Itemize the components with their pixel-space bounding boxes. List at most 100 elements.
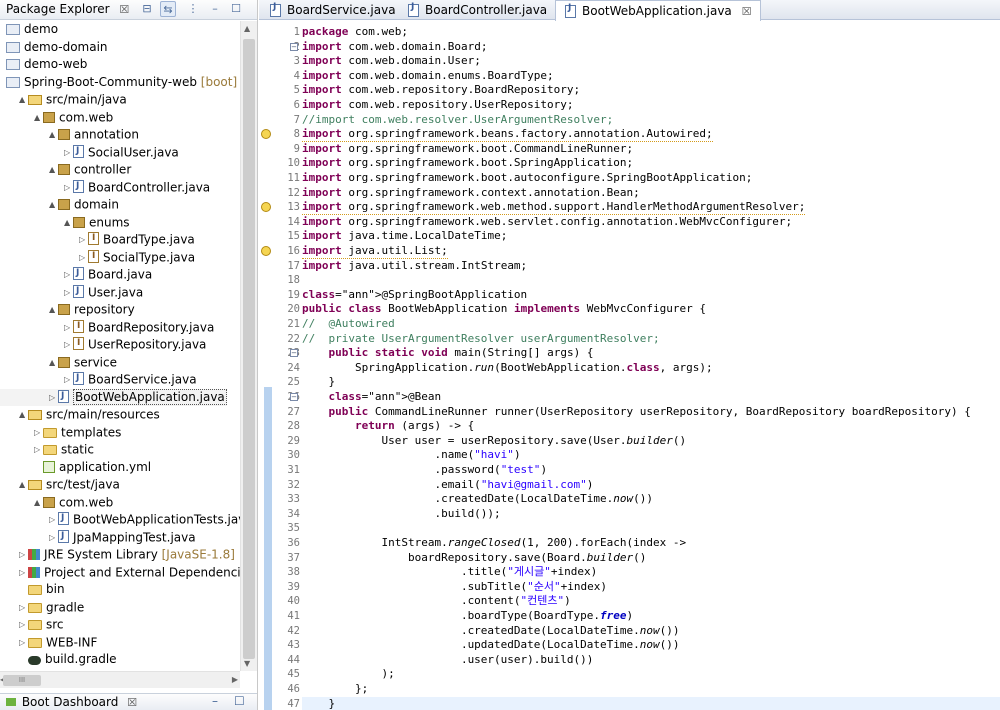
- tree-item[interactable]: ▲ enums: [0, 214, 130, 232]
- code-line[interactable]: .email("havi@gmail.com"): [302, 478, 593, 493]
- close-icon[interactable]: ☒: [119, 3, 129, 16]
- tree-vertical-scroll-thumb[interactable]: [243, 39, 255, 659]
- tree-item[interactable]: ▷ UserRepository.java: [0, 335, 206, 354]
- tree-item[interactable]: ▷ static: [0, 441, 94, 459]
- tab-boardcontroller[interactable]: BoardController.java: [399, 0, 555, 20]
- tree-horizontal-scroll-thumb[interactable]: III: [3, 675, 41, 686]
- tree-item[interactable]: ▷ JRE System Library [JavaSE-1.8]: [0, 546, 235, 564]
- tree-item[interactable]: ▷ WEB-INF: [0, 634, 97, 652]
- code-line[interactable]: );: [302, 667, 394, 682]
- scroll-up-icon[interactable]: ▲: [244, 24, 250, 33]
- tree-item[interactable]: ▷ BootWebApplication.java: [0, 388, 227, 407]
- code-line[interactable]: import org.springframework.beans.factory…: [302, 127, 713, 142]
- collapsed-arrow-icon[interactable]: ▷: [64, 319, 73, 337]
- tree-vertical-scrollbar[interactable]: ▲ ▼: [240, 21, 257, 671]
- code-line[interactable]: import java.time.LocalDateTime;: [302, 229, 507, 244]
- fold-toggle-icon[interactable]: −: [290, 349, 298, 358]
- tree-item[interactable]: ▷ src: [0, 616, 64, 634]
- code-line[interactable]: import com.web.repository.UserRepository…: [302, 98, 574, 113]
- tree-item[interactable]: build.gradle: [0, 651, 117, 669]
- collapse-all-icon[interactable]: ⊟: [139, 1, 155, 17]
- code-line[interactable]: //import com.web.resolver.UserArgumentRe…: [302, 113, 613, 128]
- collapsed-arrow-icon[interactable]: ▷: [49, 511, 58, 529]
- collapsed-arrow-icon[interactable]: ▷: [19, 634, 28, 652]
- expanded-arrow-icon[interactable]: ▲: [19, 476, 28, 494]
- close-icon[interactable]: ☒: [127, 696, 137, 709]
- maximize-icon[interactable]: ☐: [228, 1, 244, 17]
- code-line[interactable]: // @Autowired: [302, 317, 395, 332]
- collapsed-arrow-icon[interactable]: ▷: [19, 546, 28, 564]
- java-editor[interactable]: 1234567891011121314151617181920212223242…: [259, 21, 1000, 710]
- code-line[interactable]: import com.web.repository.BoardRepositor…: [302, 83, 580, 98]
- expanded-arrow-icon[interactable]: ▲: [34, 494, 43, 512]
- view-menu-icon[interactable]: ⋮: [185, 1, 201, 17]
- code-line[interactable]: };: [302, 682, 368, 697]
- code-line[interactable]: package com.web;: [302, 25, 408, 40]
- collapsed-arrow-icon[interactable]: ▷: [64, 336, 73, 354]
- code-line[interactable]: import com.web.domain.enums.BoardType;: [302, 69, 554, 84]
- code-line[interactable]: import java.util.List;: [302, 244, 448, 259]
- maximize-icon[interactable]: ☐: [234, 694, 245, 708]
- tree-item[interactable]: ▷ gradle: [0, 599, 84, 617]
- tree-item[interactable]: ▷ BoardController.java: [0, 178, 210, 197]
- collapsed-arrow-icon[interactable]: ▷: [49, 389, 58, 407]
- tree-item[interactable]: Spring-Boot-Community-web [boot] [de: [0, 74, 240, 92]
- expanded-arrow-icon[interactable]: ▲: [49, 161, 58, 179]
- tab-boardservice[interactable]: BoardService.java: [261, 0, 404, 20]
- tree-horizontal-scrollbar[interactable]: ◀ III ▶: [0, 671, 240, 688]
- tree-item[interactable]: ▲ repository: [0, 301, 135, 319]
- tree-item[interactable]: demo: [0, 21, 58, 39]
- collapsed-arrow-icon[interactable]: ▷: [64, 179, 73, 197]
- tree-item[interactable]: ▲ src/test/java: [0, 476, 120, 494]
- expanded-arrow-icon[interactable]: ▲: [49, 301, 58, 319]
- expanded-arrow-icon[interactable]: ▲: [34, 109, 43, 127]
- tab-bootwebapplication[interactable]: BootWebApplication.java ☒: [555, 0, 761, 21]
- minimize-icon[interactable]: –: [207, 1, 223, 17]
- collapsed-arrow-icon[interactable]: ▷: [34, 424, 43, 442]
- collapsed-arrow-icon[interactable]: ▷: [64, 371, 73, 389]
- expanded-arrow-icon[interactable]: ▲: [49, 126, 58, 144]
- tree-item[interactable]: ▷ SocialType.java: [0, 248, 195, 267]
- code-line[interactable]: User user = userRepository.save(User.bui…: [302, 434, 686, 449]
- tree-item[interactable]: ▷ Board.java: [0, 265, 152, 284]
- code-line[interactable]: import org.springframework.boot.SpringAp…: [302, 156, 633, 171]
- code-line[interactable]: .createdDate(LocalDateTime.now()): [302, 492, 653, 507]
- expanded-arrow-icon[interactable]: ▲: [19, 406, 28, 424]
- collapsed-arrow-icon[interactable]: ▷: [19, 616, 28, 634]
- code-line[interactable]: import org.springframework.boot.autoconf…: [302, 171, 752, 186]
- code-line[interactable]: }: [302, 375, 335, 390]
- tree-item[interactable]: ▲ controller: [0, 161, 131, 179]
- tree-item[interactable]: ▷ BootWebApplicationTests.java: [0, 510, 240, 529]
- tree-item[interactable]: ▲ annotation: [0, 126, 139, 144]
- code-line[interactable]: import org.springframework.web.method.su…: [302, 200, 806, 215]
- tree-item[interactable]: ▲ com.web: [0, 109, 113, 127]
- tree-item[interactable]: ▷ SocialUser.java: [0, 143, 179, 162]
- code-area[interactable]: package com.web; import com.web.domain.Bo…: [302, 21, 1000, 710]
- code-line[interactable]: import org.springframework.boot.CommandL…: [302, 142, 633, 157]
- scroll-right-icon[interactable]: ▶: [232, 675, 238, 684]
- link-with-editor-icon[interactable]: ⇆: [160, 1, 176, 17]
- collapsed-arrow-icon[interactable]: ▷: [34, 441, 43, 459]
- code-line[interactable]: import org.springframework.web.servlet.c…: [302, 215, 792, 230]
- collapsed-arrow-icon[interactable]: ▷: [79, 231, 88, 249]
- code-line[interactable]: public CommandLineRunner runner(UserRepo…: [302, 405, 971, 420]
- code-line[interactable]: .name("havi"): [302, 448, 520, 463]
- code-line[interactable]: SpringApplication.run(BootWebApplication…: [302, 361, 713, 376]
- code-line[interactable]: import com.web.domain.User;: [302, 54, 481, 69]
- minimize-icon[interactable]: –: [212, 694, 218, 708]
- tree-item[interactable]: application.yml: [0, 459, 151, 477]
- tree-item[interactable]: ▲ service: [0, 354, 117, 372]
- tree-item[interactable]: ▲ com.web: [0, 494, 113, 512]
- tree-item[interactable]: ▷ JpaMappingTest.java: [0, 528, 196, 547]
- tree-item[interactable]: ▷ User.java: [0, 283, 143, 302]
- expanded-arrow-icon[interactable]: ▲: [64, 214, 73, 232]
- collapsed-arrow-icon[interactable]: ▷: [79, 249, 88, 267]
- code-line[interactable]: import com.web.domain.Board;: [302, 40, 487, 55]
- code-line[interactable]: .user(user).build()): [302, 653, 593, 668]
- fold-toggle-icon[interactable]: −: [290, 42, 298, 51]
- collapsed-arrow-icon[interactable]: ▷: [64, 266, 73, 284]
- code-line[interactable]: // private UserArgumentResolver userArgu…: [302, 332, 660, 347]
- boot-dashboard-tab[interactable]: Boot Dashboard ☒ – ☐: [0, 693, 257, 710]
- collapsed-arrow-icon[interactable]: ▷: [19, 564, 28, 582]
- code-line[interactable]: .title("게시글"+index): [302, 565, 597, 580]
